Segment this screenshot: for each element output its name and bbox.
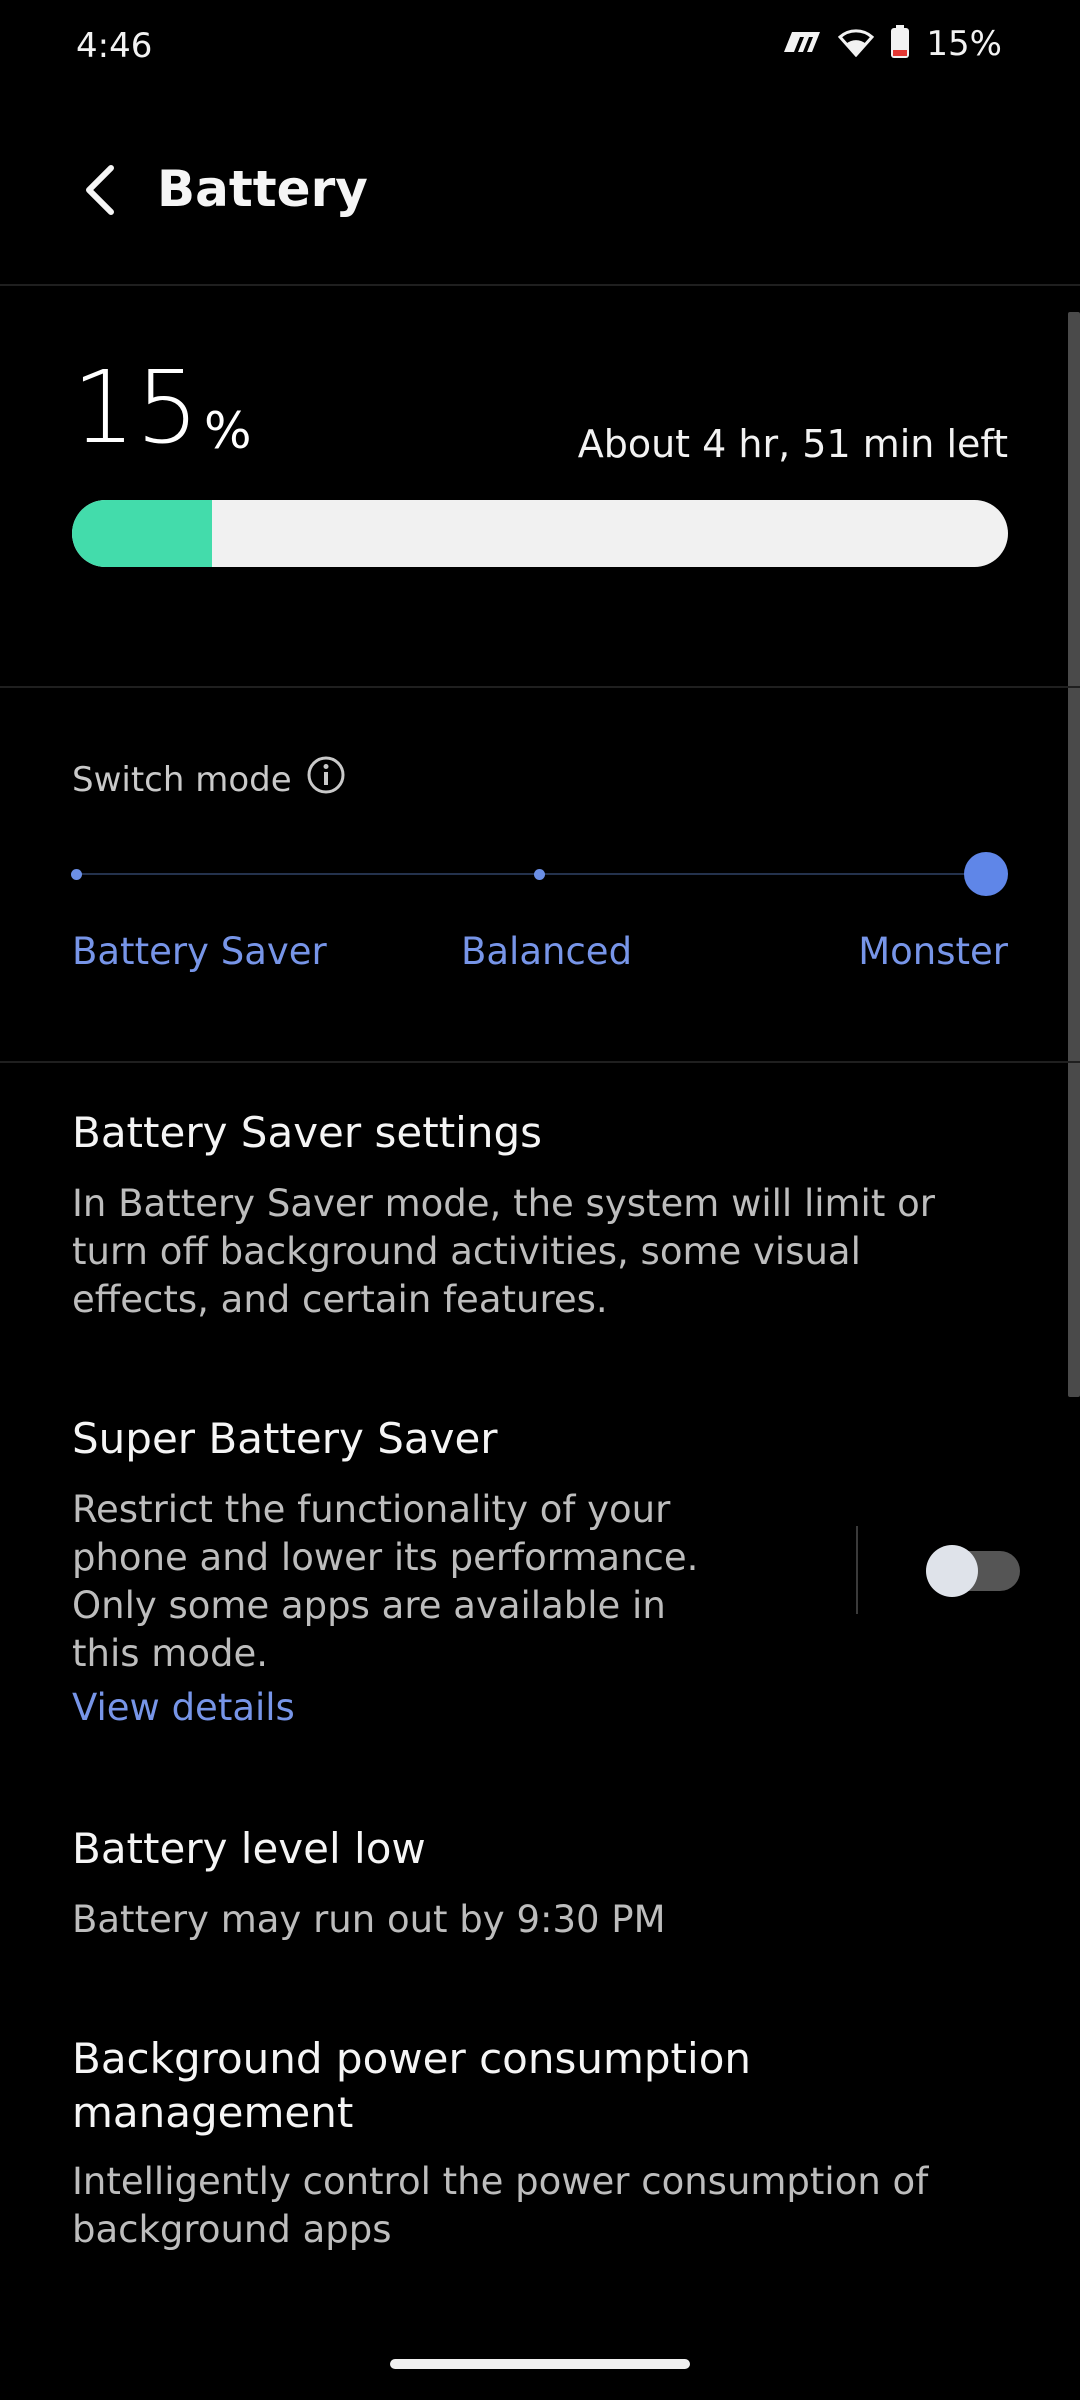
battery-percent-unit: % [204, 402, 252, 460]
background-power-title[interactable]: Background power consumption management [72, 2032, 872, 2140]
mode-label-balanced[interactable]: Balanced [461, 930, 632, 973]
mode-label-monster[interactable]: Monster [858, 930, 1008, 973]
mode-slider-track[interactable] [76, 873, 986, 875]
chevron-left-icon [86, 165, 114, 215]
home-indicator[interactable] [390, 2359, 690, 2369]
mode-slider-stop-balanced[interactable] [534, 869, 545, 880]
divider [0, 284, 1080, 286]
background-power-desc: Intelligently control the power consumpt… [72, 2160, 929, 2251]
battery-saver-settings-desc: In Battery Saver mode, the system will l… [72, 1182, 935, 1321]
battery-time-remaining: About 4 hr, 51 min left [577, 422, 1008, 466]
toggle-separator [856, 1526, 858, 1614]
battery-level-low-desc: Battery may run out by 9:30 PM [72, 1898, 666, 1941]
back-button[interactable] [64, 150, 134, 230]
page-title: Battery [157, 160, 368, 218]
battery-level-fill [72, 500, 213, 567]
divider [0, 686, 1080, 688]
mode-label-battery-saver[interactable]: Battery Saver [72, 930, 327, 973]
scrollbar[interactable] [1068, 312, 1080, 1397]
wifi-icon [838, 27, 875, 61]
super-battery-saver-desc: Restrict the functionality of your phone… [72, 1488, 699, 1675]
status-battery-percent: 15% [926, 24, 1002, 64]
battery-level-bar [72, 500, 1008, 567]
status-time: 4:46 [76, 26, 153, 66]
divider [0, 1061, 1080, 1063]
super-battery-saver-title[interactable]: Super Battery Saver [72, 1414, 498, 1463]
info-icon[interactable] [306, 755, 346, 804]
battery-saver-settings-title[interactable]: Battery Saver settings [72, 1108, 542, 1157]
view-details-link[interactable]: View details [72, 1686, 295, 1729]
mode-slider-thumb[interactable] [964, 852, 1008, 896]
battery-level-low-title[interactable]: Battery level low [72, 1824, 426, 1873]
battery-percent-value: 15 [72, 349, 200, 466]
mode-slider-stop-battery-saver[interactable] [71, 869, 82, 880]
switch-mode-text: Switch mode [72, 759, 292, 800]
carrier-logo-icon [780, 30, 822, 58]
battery-low-icon [890, 25, 910, 63]
status-icons: 15% [780, 24, 1002, 64]
super-battery-saver-toggle-knob[interactable] [926, 1545, 978, 1597]
switch-mode-label: Switch mode [72, 755, 346, 804]
